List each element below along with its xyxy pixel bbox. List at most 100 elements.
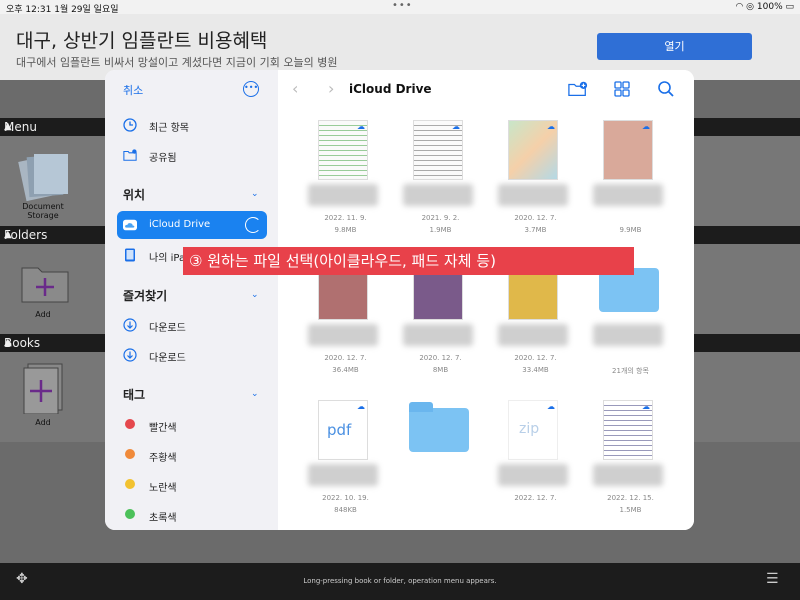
document-thumbnail-icon: ☁ — [508, 120, 558, 180]
sort-icon[interactable]: ☰ — [766, 571, 779, 587]
file-name-blurred — [498, 184, 568, 206]
file-date: 2022. 12. 7. — [514, 494, 557, 502]
file-name-blurred — [498, 324, 568, 346]
file-date: 2020. 12. 7. — [514, 354, 557, 362]
document-thumbnail-icon: ☁ — [413, 120, 463, 180]
file-name-blurred — [308, 464, 378, 486]
download-icon — [123, 348, 137, 362]
ipad-icon — [125, 248, 135, 262]
sidebar-item-tag-yellow[interactable]: 노란색 — [117, 472, 267, 498]
file-name-blurred — [593, 184, 663, 206]
document-storage-icon[interactable] — [16, 148, 72, 204]
folder-name-blurred — [593, 324, 663, 346]
status-bar: 오후 12:31 1월 29일 일요일 ••• ◠ ◎ 100% ▭ — [0, 0, 800, 15]
add-folder-label: Add — [35, 310, 51, 319]
forward-chevron-icon[interactable]: › — [328, 79, 334, 98]
file-item[interactable]: 2020. 12. 7. 8MB — [393, 260, 488, 380]
file-name-blurred — [403, 184, 473, 206]
sync-spinner-icon — [245, 217, 261, 233]
file-item[interactable]: 2020. 12. 7. 33.4MB — [488, 260, 583, 380]
file-date: 2021. 9. 2. — [421, 214, 460, 222]
sidebar-item-downloads[interactable]: 다운로드 — [117, 312, 267, 338]
folder-item[interactable]: 21개의 항목 — [583, 260, 678, 380]
sidebar-item-tag-red[interactable]: 빨간색 — [117, 412, 267, 438]
red-tag-icon — [125, 419, 135, 429]
pdf-file-icon: pdf ☁ — [318, 400, 368, 460]
sidebar-item-tag-green[interactable]: 초록색 — [117, 502, 267, 528]
new-folder-icon[interactable] — [568, 80, 588, 98]
add-book-icon[interactable] — [22, 362, 66, 414]
shared-folder-icon — [123, 149, 137, 161]
add-folder-icon[interactable] — [20, 260, 70, 304]
locations-header: 위치 — [123, 188, 146, 202]
file-item[interactable]: pdf ☁ 2022. 10. 19. 848KB — [298, 400, 393, 520]
battery-indicator: ◠ ◎ 100% ▭ — [735, 2, 794, 12]
ad-description: 대구에서 임플란트 비싸서 망설이고 계셨다면 지금이 기회 오늘의 병원 — [16, 56, 338, 69]
add-book-label: Add — [35, 418, 51, 427]
file-browser: ‹ › iCloud Drive ☁ 2022. 11. 9. 9.8MB ☁ … — [278, 70, 694, 530]
sidebar-item-recent[interactable]: 최근 항목 — [117, 112, 267, 138]
file-item[interactable]: ☁ 2021. 9. 2. 1.9MB — [393, 120, 488, 240]
ad-title: 대구, 상반기 임플란트 비용혜택 — [16, 30, 268, 52]
document-thumbnail-icon: ☁ — [318, 120, 368, 180]
files-sidebar: 취소 ••• 최근 항목 공유됨 위치 ⌄ iCloud Drive 나의 iP… — [105, 70, 278, 530]
file-name-blurred — [498, 464, 568, 486]
file-date: 2022. 11. 9. — [324, 214, 367, 222]
file-date: 2022. 12. 15. — [607, 494, 654, 502]
green-tag-icon — [125, 509, 135, 519]
document-thumbnail-icon: ☁ — [603, 400, 653, 460]
file-size: 8MB — [432, 366, 449, 374]
file-date: 2020. 12. 7. — [514, 214, 557, 222]
download-icon — [123, 318, 137, 332]
file-picker-modal: 취소 ••• 최근 항목 공유됨 위치 ⌄ iCloud Drive 나의 iP… — [105, 70, 694, 530]
file-date: 2020. 12. 7. — [419, 354, 462, 362]
more-options-icon[interactable]: ••• — [243, 81, 259, 97]
bottom-toolbar: ✥ Long-pressing book or folder, operatio… — [0, 563, 800, 600]
wifi-icon: ◠ ◎ — [735, 2, 757, 12]
file-item[interactable]: zip ☁ 2022. 12. 7. — [488, 400, 583, 520]
document-storage-label: Document Storage — [22, 202, 64, 220]
file-size: 3.7MB — [524, 226, 547, 234]
file-item[interactable]: ☁ 9.9MB — [583, 120, 678, 240]
sidebar-item-downloads[interactable]: 다운로드 — [117, 342, 267, 368]
page-title: iCloud Drive — [349, 82, 432, 96]
favorites-header: 즐겨찾기 — [123, 289, 168, 303]
orange-tag-icon — [125, 449, 135, 459]
chevron-down-icon[interactable]: ⌄ — [251, 290, 259, 300]
search-icon[interactable] — [656, 80, 676, 98]
yellow-tag-icon — [125, 479, 135, 489]
bottom-hint: Long-pressing book or folder, operation … — [303, 577, 497, 585]
clock-icon — [123, 118, 137, 132]
multitask-dots[interactable]: ••• — [392, 0, 413, 11]
file-size: 1.9MB — [429, 226, 452, 234]
file-item[interactable]: ☁ 2022. 12. 15. 1.5MB — [583, 400, 678, 520]
folder-item[interactable] — [393, 400, 488, 520]
file-item[interactable]: ☁ 2020. 12. 7. 3.7MB — [488, 120, 583, 240]
folder-icon — [409, 402, 469, 452]
sidebar-item-tag-orange[interactable]: 주황색 — [117, 442, 267, 468]
sidebar-item-icloud-drive[interactable]: iCloud Drive — [117, 211, 267, 239]
cancel-button[interactable]: 취소 — [123, 82, 143, 98]
file-item[interactable]: ☁ 2022. 11. 9. 9.8MB — [298, 120, 393, 240]
file-name-blurred — [403, 324, 473, 346]
file-name-blurred — [308, 184, 378, 206]
file-item[interactable]: 2020. 12. 7. 36.4MB — [298, 260, 393, 380]
tutorial-annotation: ③ 원하는 파일 선택(아이클라우드, 패드 자체 등) — [183, 247, 634, 275]
document-thumbnail-icon: ☁ — [603, 120, 653, 180]
chevron-down-icon[interactable]: ⌄ — [251, 189, 259, 199]
grid-view-icon[interactable] — [612, 80, 632, 98]
file-date: 2020. 12. 7. — [324, 354, 367, 362]
sidebar-item-shared[interactable]: 공유됨 — [117, 142, 267, 168]
file-name-blurred — [308, 324, 378, 346]
file-size: 33.4MB — [522, 366, 549, 374]
folder-count: 21개의 항목 — [612, 367, 649, 375]
back-chevron-icon[interactable]: ‹ — [292, 79, 298, 98]
chevron-down-icon[interactable]: ⌄ — [251, 389, 259, 399]
file-name-blurred — [593, 464, 663, 486]
ad-open-button[interactable]: 열기 — [597, 33, 752, 60]
file-size: 9.9MB — [619, 226, 642, 234]
file-size: 36.4MB — [332, 366, 359, 374]
file-size: 848KB — [334, 506, 357, 514]
file-size: 1.5MB — [619, 506, 642, 514]
file-date: 2022. 10. 19. — [322, 494, 369, 502]
